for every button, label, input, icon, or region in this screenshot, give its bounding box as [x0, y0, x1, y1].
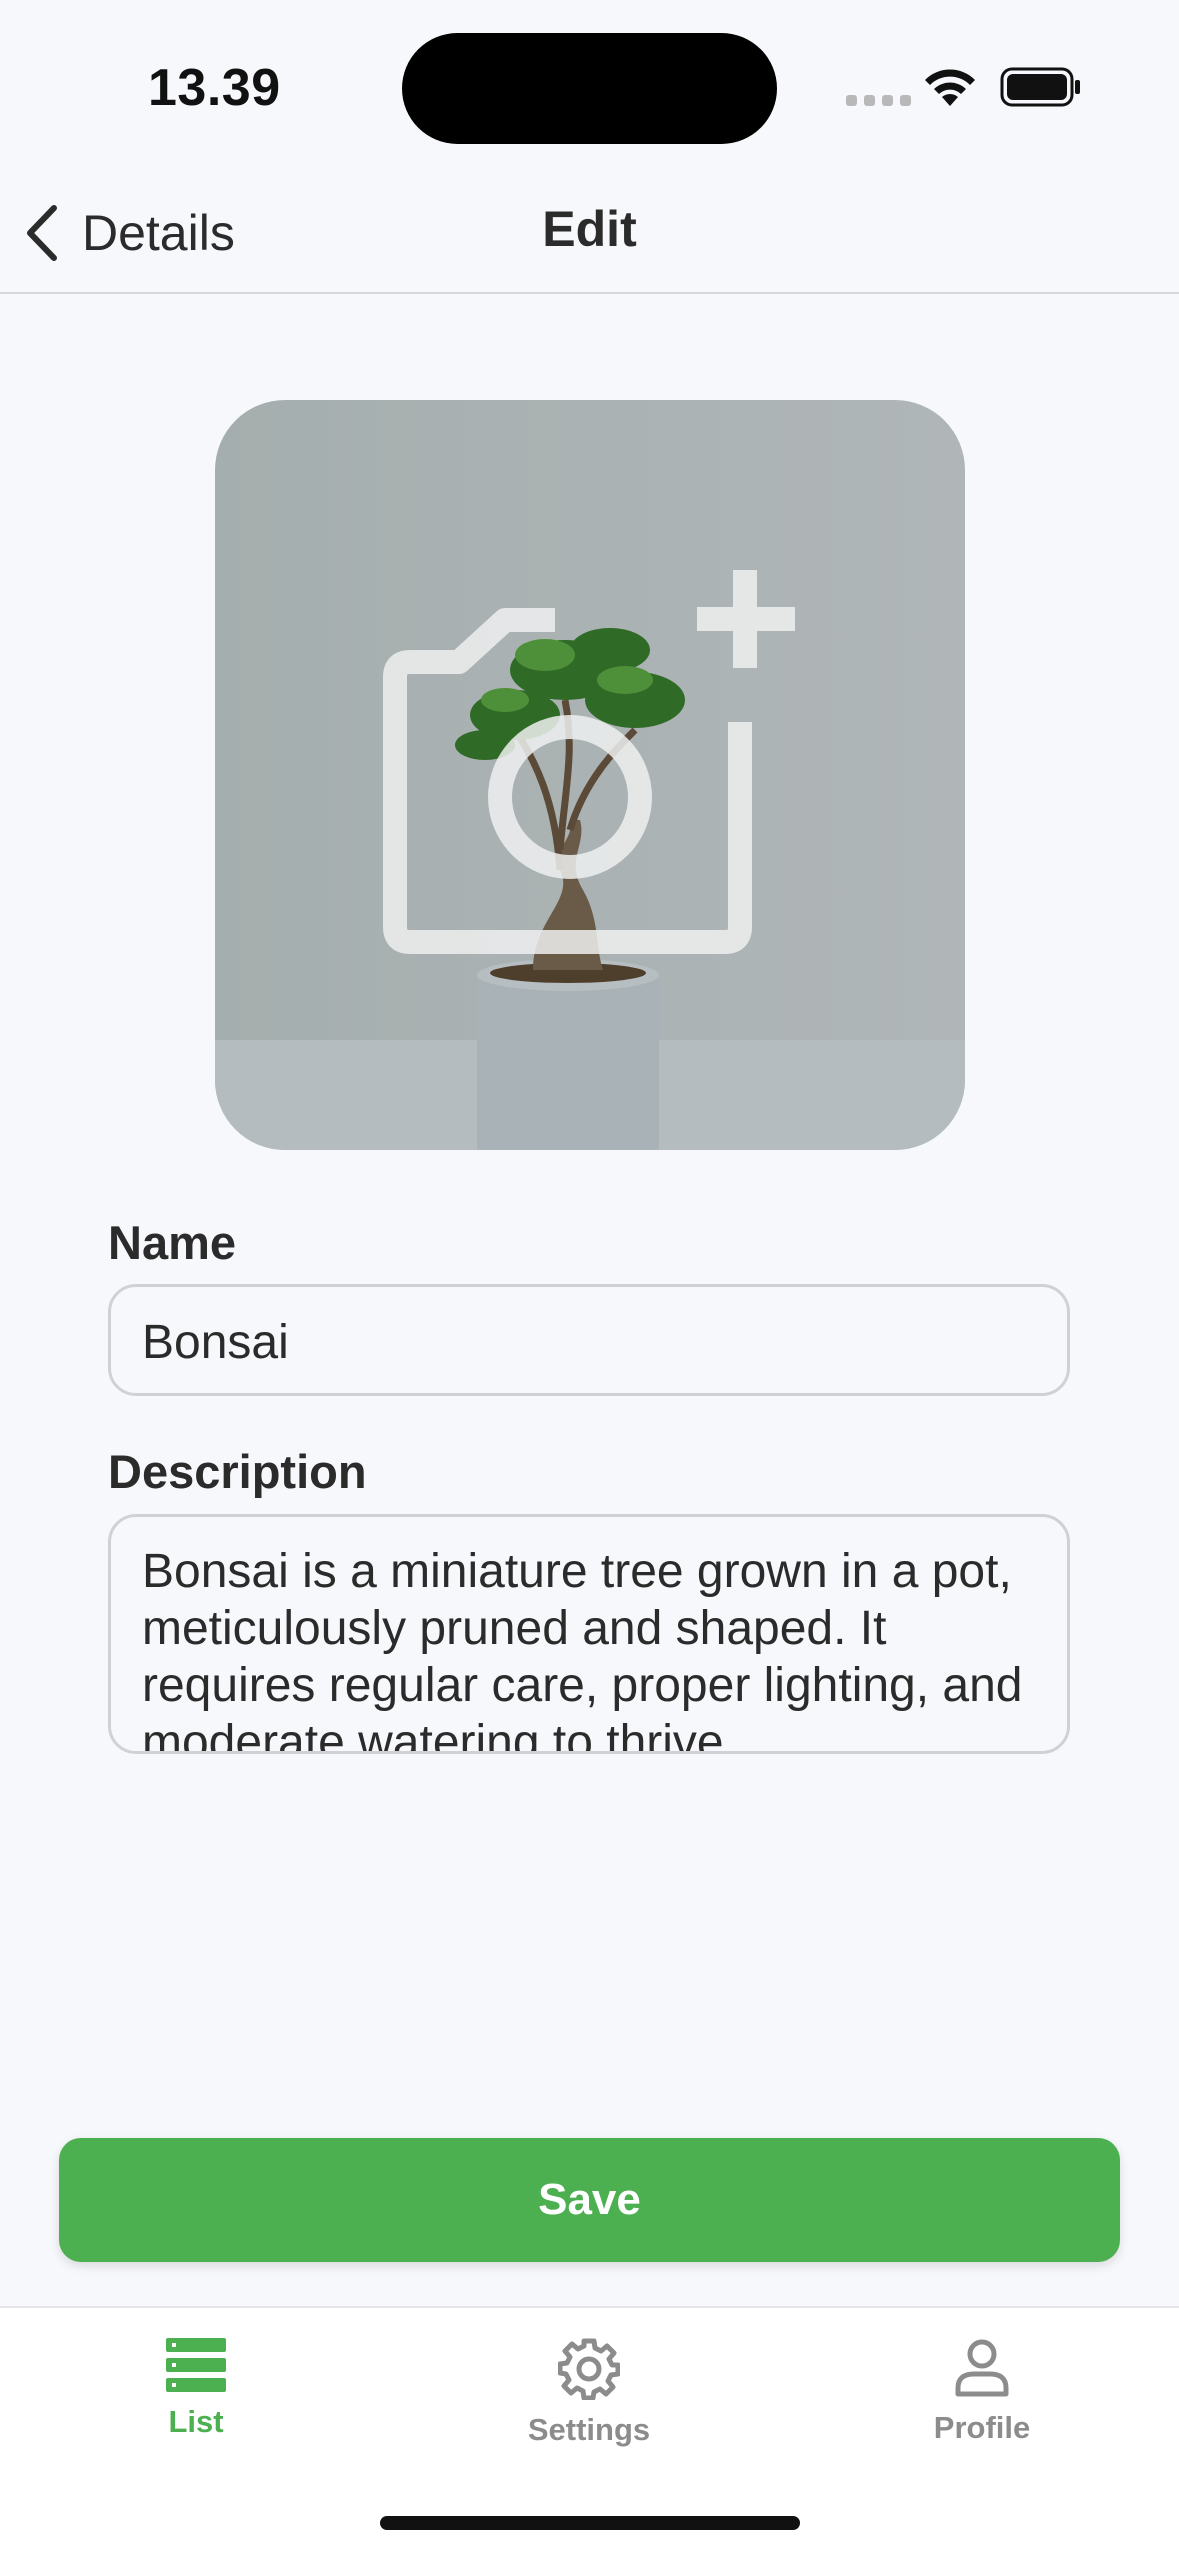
tab-list-label: List — [168, 2404, 224, 2439]
tab-profile-label: Profile — [933, 2410, 1031, 2445]
cellular-signal-icon — [846, 95, 911, 106]
status-time: 13.39 — [148, 59, 281, 117]
person-icon — [955, 2339, 1009, 2397]
battery-icon — [1000, 67, 1080, 107]
name-field[interactable]: Bonsai — [108, 1284, 1070, 1396]
navigation-bar: Details Edit — [0, 170, 1179, 294]
tab-settings[interactable]: Settings — [489, 2338, 689, 2448]
save-button[interactable]: Save — [59, 2138, 1120, 2262]
description-field[interactable]: Bonsai is a miniature tree grown in a po… — [108, 1514, 1070, 1754]
name-value: Bonsai — [142, 1316, 289, 1369]
save-label: Save — [538, 2175, 641, 2224]
dynamic-island — [402, 33, 777, 144]
tab-list[interactable]: List — [96, 2338, 296, 2440]
description-value: Bonsai is a miniature tree grown in a po… — [142, 1545, 1023, 1754]
tab-settings-label: Settings — [527, 2412, 651, 2447]
wifi-icon — [925, 69, 975, 106]
plant-photo — [215, 400, 965, 1150]
tab-profile[interactable]: Profile — [882, 2338, 1082, 2446]
gear-icon — [558, 2338, 620, 2400]
description-label: Description — [108, 1445, 367, 1498]
list-icon — [166, 2338, 226, 2392]
home-indicator — [380, 2516, 800, 2530]
page-title: Edit — [542, 201, 637, 257]
edit-screen: 13.39 Details Edit Name Bonsai Descripti… — [0, 0, 1179, 2556]
photo-picker[interactable] — [215, 400, 965, 1150]
name-label: Name — [108, 1216, 237, 1269]
